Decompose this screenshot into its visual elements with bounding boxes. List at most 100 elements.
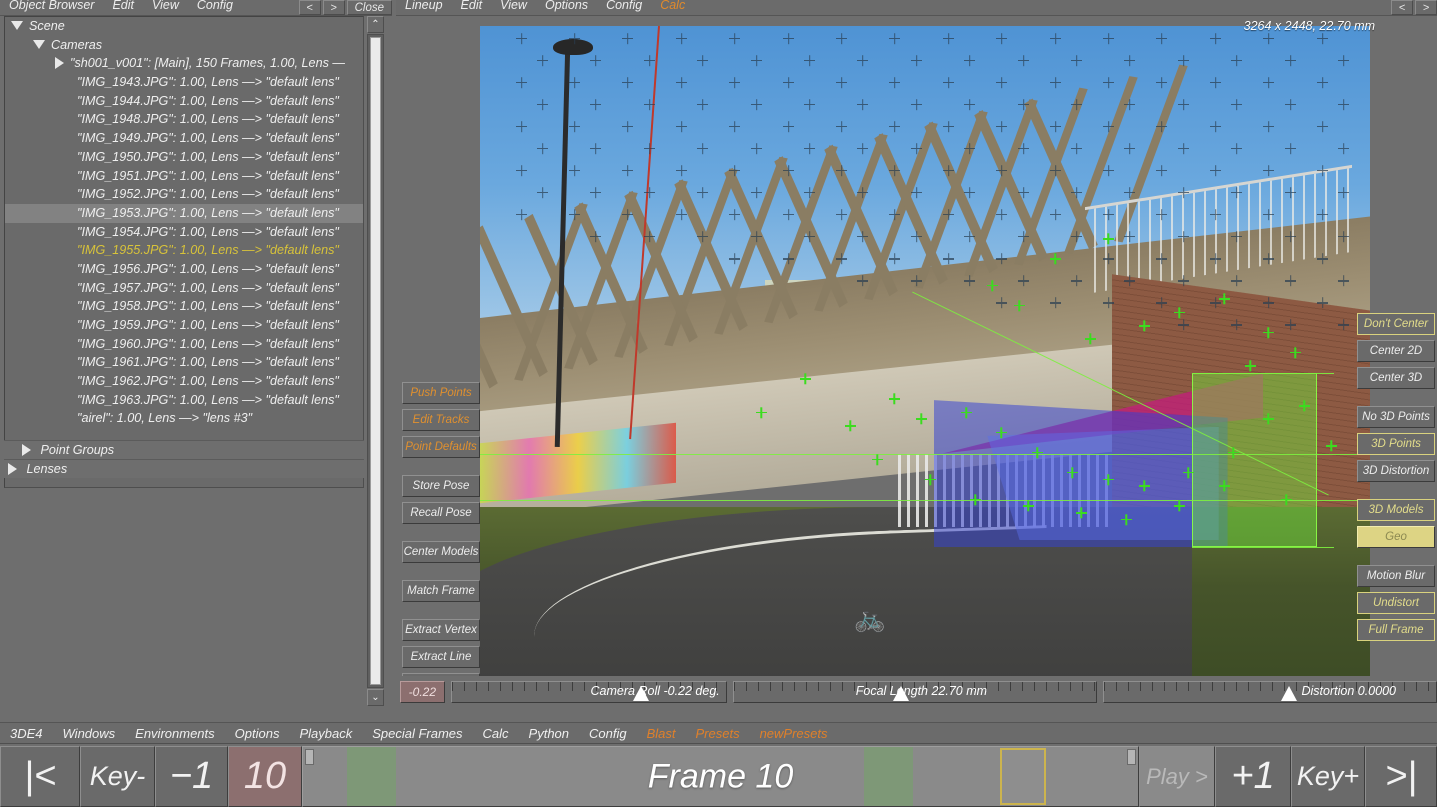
main-menu-special-frames[interactable]: Special Frames	[362, 726, 472, 741]
tool-button-extract-line[interactable]: Extract Line	[402, 646, 480, 668]
tree-row[interactable]: "IMG_1962.JPG": 1.00, Lens —> "default l…	[5, 372, 363, 391]
tool-button-push-points[interactable]: Push Points	[402, 382, 480, 404]
camera-roll-value[interactable]: -0.22	[400, 681, 445, 703]
viewport-next-icon[interactable]: >	[1415, 0, 1437, 15]
tool-button-3d-models[interactable]: 3D Models	[1357, 499, 1435, 521]
tree-row[interactable]: "IMG_1954.JPG": 1.00, Lens —> "default l…	[5, 223, 363, 242]
menu-lineup[interactable]: Lineup	[396, 0, 452, 13]
tree-row[interactable]: "IMG_1957.JPG": 1.00, Lens —> "default l…	[5, 279, 363, 298]
tracking-plus-marker	[1263, 297, 1275, 308]
tracking-plus-marker	[1284, 143, 1296, 154]
menu-view[interactable]: View	[143, 0, 188, 13]
main-menu-environments[interactable]: Environments	[125, 726, 224, 741]
tree-row[interactable]: Scene	[5, 17, 363, 36]
scroll-down-icon[interactable]: ⌄	[367, 689, 384, 706]
tree-row[interactable]: "IMG_1951.JPG": 1.00, Lens —> "default l…	[5, 167, 363, 186]
main-menu-options[interactable]: Options	[225, 726, 290, 741]
tool-button-extract-polygon[interactable]: Extract Polygon	[402, 673, 480, 676]
main-menu-config[interactable]: Config	[579, 726, 637, 741]
tree-row[interactable]: "IMG_1950.JPG": 1.00, Lens —> "default l…	[5, 148, 363, 167]
viewport-prev-icon[interactable]: <	[1391, 0, 1413, 15]
tool-button-center-2d[interactable]: Center 2D	[1357, 340, 1435, 362]
menu-config[interactable]: Config	[597, 0, 651, 13]
tree-row[interactable]: "IMG_1963.JPG": 1.00, Lens —> "default l…	[5, 391, 363, 410]
menu-config[interactable]: Config	[188, 0, 242, 13]
distortion-slider[interactable]: Distortion 0.0000	[1103, 681, 1437, 703]
tool-button-motion-blur[interactable]: Motion Blur	[1357, 565, 1435, 587]
tool-button-recall-pose[interactable]: Recall Pose	[402, 502, 480, 524]
step-back-button[interactable]: −1	[155, 746, 228, 807]
tool-button-extract-vertex[interactable]: Extract Vertex	[402, 619, 480, 641]
focal-length-slider[interactable]: Focal Length 22.70 mm	[732, 681, 1098, 703]
tool-button-edit-tracks[interactable]: Edit Tracks	[402, 409, 480, 431]
first-frame-button[interactable]: |<	[0, 746, 80, 807]
timeline-left-handle[interactable]	[305, 749, 314, 765]
tree-row[interactable]: "IMG_1960.JPG": 1.00, Lens —> "default l…	[5, 335, 363, 354]
menu-edit[interactable]: Edit	[452, 0, 492, 13]
tool-button-3d-points[interactable]: 3D Points	[1357, 433, 1435, 455]
scrollbar-track[interactable]	[367, 34, 384, 688]
menu-view[interactable]: View	[491, 0, 536, 13]
tool-button-undistort[interactable]: Undistort	[1357, 592, 1435, 614]
tree-row[interactable]: "IMG_1958.JPG": 1.00, Lens —> "default l…	[5, 297, 363, 316]
main-menu-python[interactable]: Python	[519, 726, 579, 741]
tree-row[interactable]: "IMG_1949.JPG": 1.00, Lens —> "default l…	[5, 129, 363, 148]
menu-object-browser[interactable]: Object Browser	[0, 0, 103, 13]
browser-scrollbar[interactable]: ⌃ ⌄	[367, 16, 384, 706]
camera-roll-slider[interactable]: Camera Roll -0.22 deg.	[450, 681, 727, 703]
current-frame-field[interactable]: 10	[228, 746, 302, 807]
frame-timeline-slider[interactable]: Frame 10	[302, 746, 1139, 807]
tool-button-center-models[interactable]: Center Models	[402, 541, 480, 563]
tree-row[interactable]: "IMG_1948.JPG": 1.00, Lens —> "default l…	[5, 110, 363, 129]
step-forward-button[interactable]: +1	[1215, 746, 1291, 807]
tool-button-store-pose[interactable]: Store Pose	[402, 475, 480, 497]
tool-button-3d-distortion[interactable]: 3D Distortion	[1357, 460, 1435, 482]
scrollbar-thumb[interactable]	[370, 37, 381, 685]
tree-row[interactable]: Cameras	[5, 36, 363, 55]
tree-row[interactable]: "IMG_1956.JPG": 1.00, Lens —> "default l…	[5, 260, 363, 279]
tool-button-geo[interactable]: Geo	[1357, 526, 1435, 548]
tree-row[interactable]: "IMG_1944.JPG": 1.00, Lens —> "default l…	[5, 92, 363, 111]
tree-row[interactable]: "IMG_1952.JPG": 1.00, Lens —> "default l…	[5, 185, 363, 204]
timeline-current-frame-marker[interactable]	[1000, 748, 1046, 805]
tree-section-lenses[interactable]: Lenses	[4, 459, 364, 478]
tool-button-center-3d[interactable]: Center 3D	[1357, 367, 1435, 389]
main-menu-newpresets[interactable]: newPresets	[750, 726, 838, 741]
tool-button-match-frame[interactable]: Match Frame	[402, 580, 480, 602]
browser-close-button[interactable]: Close	[346, 0, 392, 15]
menu-options[interactable]: Options	[536, 0, 597, 13]
tree-row[interactable]: "airel": 1.00, Lens —> "lens #3"	[5, 409, 363, 428]
timeline-right-handle[interactable]	[1127, 749, 1136, 765]
tree-row[interactable]: "IMG_1955.JPG": 1.00, Lens —> "default l…	[5, 241, 363, 260]
main-menu-calc[interactable]: Calc	[473, 726, 519, 741]
browser-prev-icon[interactable]: <	[298, 0, 321, 15]
previous-key-button[interactable]: Key-	[80, 746, 155, 807]
tool-button-point-defaults[interactable]: Point Defaults	[402, 436, 480, 458]
tree-row[interactable]: "IMG_1961.JPG": 1.00, Lens —> "default l…	[5, 353, 363, 372]
scene-tree[interactable]: Scene Cameras "sh001_v001": [Main], 150 Fr…	[4, 16, 364, 488]
tracking-plus-marker	[1070, 143, 1082, 154]
main-menu-blast[interactable]: Blast	[637, 726, 686, 741]
tree-row[interactable]: "IMG_1943.JPG": 1.00, Lens —> "default l…	[5, 73, 363, 92]
main-menu-windows[interactable]: Windows	[53, 726, 126, 741]
last-frame-button[interactable]: >|	[1365, 746, 1437, 807]
main-menu-playback[interactable]: Playback	[289, 726, 362, 741]
lineup-viewport[interactable]: 🚲 3264 x 2448, 22.70 mm Push Points Edit …	[396, 16, 1437, 676]
tracking-plus-marker	[536, 55, 548, 66]
menu-edit[interactable]: Edit	[103, 0, 143, 13]
next-key-button[interactable]: Key+	[1291, 746, 1365, 807]
tool-button-no-3d-points[interactable]: No 3D Points	[1357, 406, 1435, 428]
browser-next-icon[interactable]: >	[322, 0, 345, 15]
main-menu-3de4[interactable]: 3DE4	[0, 726, 53, 741]
tool-button-don-t-center[interactable]: Don't Center	[1357, 313, 1435, 335]
play-button[interactable]: Play >	[1139, 746, 1215, 807]
slider-handle[interactable]	[1281, 686, 1298, 701]
main-menu-presets[interactable]: Presets	[686, 726, 750, 741]
tree-section-point-groups[interactable]: Point Groups	[4, 440, 364, 459]
tool-button-full-frame[interactable]: Full Frame	[1357, 619, 1435, 641]
tree-row[interactable]: "IMG_1959.JPG": 1.00, Lens —> "default l…	[5, 316, 363, 335]
tree-row[interactable]: "sh001_v001": [Main], 150 Frames, 1.00, …	[5, 54, 363, 73]
menu-calc[interactable]: Calc	[651, 0, 694, 13]
tree-row[interactable]: "IMG_1953.JPG": 1.00, Lens —> "default l…	[5, 203, 363, 223]
scroll-up-icon[interactable]: ⌃	[367, 16, 384, 33]
